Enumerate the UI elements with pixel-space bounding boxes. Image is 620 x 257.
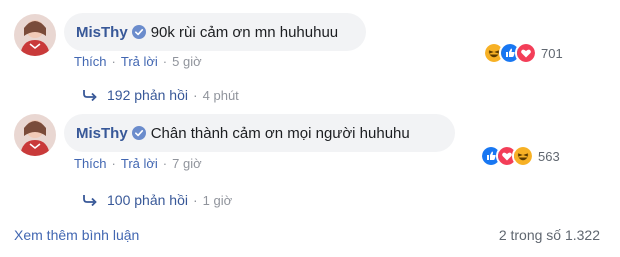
comment-bubble: MisThy 90k rùi cảm ơn mn huhuhuu <box>64 13 366 51</box>
comment-actions: Thích · Trả lời · 7 giờ <box>74 156 202 171</box>
comment-bubble: MisThy Chân thành cảm ơn mọi người huhuh… <box>64 114 455 152</box>
reply-arrow-icon <box>83 195 97 206</box>
avatar-image <box>14 114 56 156</box>
reaction-summary[interactable]: 563 <box>480 145 560 167</box>
reaction-summary[interactable]: 701 <box>483 42 563 64</box>
avatar-image <box>14 14 56 56</box>
verified-badge-icon <box>131 25 146 39</box>
view-more-comments-link[interactable]: Xem thêm bình luận <box>14 227 139 243</box>
haha-icon <box>512 145 534 167</box>
view-replies-link[interactable]: 100 phản hồi · 1 giờ <box>82 192 232 208</box>
comment-author[interactable]: MisThy <box>76 125 128 142</box>
verified-badge-icon <box>131 126 146 140</box>
comment-author[interactable]: MisThy <box>76 24 128 41</box>
comment-text: 90k rùi cảm ơn mn huhuhuu <box>150 23 339 41</box>
separator-dot: · <box>192 192 198 208</box>
reply-action[interactable]: Trả lời <box>121 156 158 171</box>
replies-timestamp: 1 giờ <box>202 192 233 208</box>
avatar[interactable] <box>14 114 56 156</box>
avatar[interactable] <box>14 14 56 56</box>
replies-timestamp: 4 phút <box>202 87 239 103</box>
replies-count[interactable]: 192 phản hồi <box>107 87 188 103</box>
separator-dot: · <box>192 87 198 103</box>
replies-count[interactable]: 100 phản hồi <box>107 192 188 208</box>
comment-text: Chân thành cảm ơn mọi người huhuhu <box>150 124 410 142</box>
separator-dot: · <box>111 156 116 171</box>
separator-dot: · <box>111 54 116 69</box>
view-replies-link[interactable]: 192 phản hồi · 4 phút <box>82 87 239 103</box>
comment-actions: Thích · Trả lời · 5 giờ <box>74 54 202 69</box>
reaction-count: 563 <box>538 148 560 164</box>
separator-dot: · <box>162 156 168 171</box>
comment-pagination: 2 trong số 1.322 <box>498 227 600 243</box>
comment-timestamp[interactable]: 5 giờ <box>172 54 202 69</box>
like-action[interactable]: Thích <box>74 156 107 171</box>
love-icon <box>515 42 537 64</box>
separator-dot: · <box>162 54 168 69</box>
like-action[interactable]: Thích <box>74 54 107 69</box>
comment-timestamp[interactable]: 7 giờ <box>172 156 202 171</box>
reply-arrow-icon <box>83 90 97 101</box>
reply-action[interactable]: Trả lời <box>121 54 158 69</box>
reaction-count: 701 <box>541 45 563 61</box>
